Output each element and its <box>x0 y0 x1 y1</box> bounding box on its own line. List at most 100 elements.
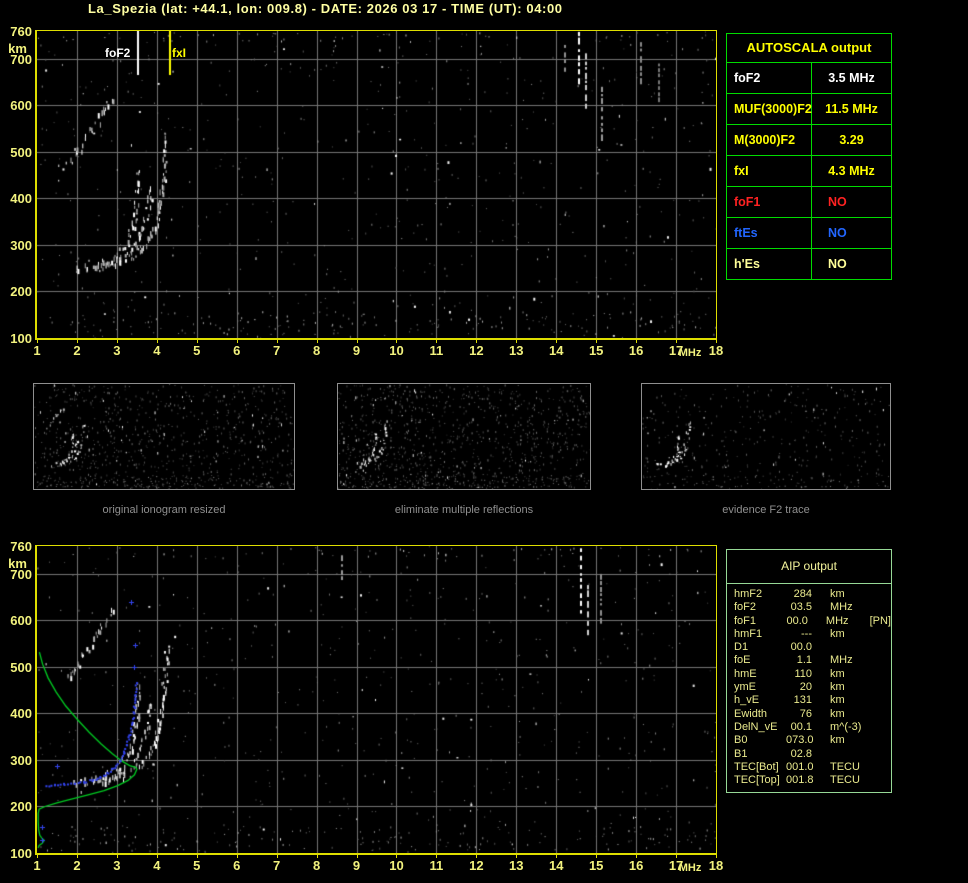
x-axis-tickmark <box>636 855 638 858</box>
x-axis-tick-13: 13 <box>509 343 524 358</box>
station-title: La_Spezia (lat: +44.1, lon: 009.8) - DAT… <box>88 1 563 16</box>
x-axis-tick-4: 4 <box>153 343 161 358</box>
autoscala-row-h'Es: h'Es NO <box>727 249 891 279</box>
x-axis-tick-18: 18 <box>708 858 724 873</box>
y-axis-tick-300: 300 <box>10 752 32 768</box>
aip-row-ymE: ymE 20 km <box>727 681 891 694</box>
y-axis-tick-500: 500 <box>10 144 32 160</box>
aip-param-value: 00.0 <box>786 614 808 627</box>
aip-param-name: hmE <box>734 667 757 680</box>
x-axis-tick-12: 12 <box>469 858 484 873</box>
aip-table-rows: hmF2 284 km foF2 03.5 MHz foF1 00.0 MHz [PN] hmF1 -… <box>727 584 891 792</box>
aip-param-value: 76 <box>799 707 812 720</box>
x-axis-tickmark <box>76 855 78 858</box>
top-ionogram-plot <box>35 30 717 340</box>
x-axis-tickmark <box>676 855 678 858</box>
x-axis-unit-label: MHz <box>678 862 702 874</box>
x-axis-tickmark <box>276 855 278 858</box>
aip-param-value: --- <box>801 627 812 640</box>
aip-param-name: D1 <box>734 641 749 654</box>
autoscala-param-value: 11.5 MHz <box>825 102 878 116</box>
autoscala-param-label: M(3000)F2 <box>727 125 812 155</box>
x-axis-tick-18: 18 <box>708 343 724 358</box>
autoscala-param-value: NO <box>828 226 847 240</box>
aip-param-unit: km <box>830 667 845 680</box>
aip-param-unit: km <box>830 694 845 707</box>
aip-param-name: foF1 <box>734 614 757 627</box>
x-axis-tickmark <box>716 340 717 343</box>
x-axis-tick-8: 8 <box>312 343 321 358</box>
x-axis-tick-3: 3 <box>113 858 121 873</box>
aip-param-note: [PN] <box>869 614 891 627</box>
autoscala-screen: La_Spezia (lat: +44.1, lon: 009.8) - DAT… <box>0 0 968 883</box>
x-axis-tick-14: 14 <box>549 858 564 873</box>
y-axis-tick-600: 600 <box>10 98 32 114</box>
aip-param-value: 001.0 <box>786 760 814 773</box>
autoscala-table-rows: foF2 3.5 MHz MUF(3000)F2 11.5 MHz M(3000)F2 3… <box>727 63 891 279</box>
top-ionogram-canvas <box>37 31 716 338</box>
aip-row-h_vE: h_vE 131 km <box>727 694 891 707</box>
autoscala-param-value: 4.3 MHz <box>828 164 875 178</box>
x-axis-tick-2: 2 <box>73 343 81 358</box>
x-axis-tickmark <box>276 340 278 343</box>
x-axis-tickmark <box>356 855 358 858</box>
x-axis-tick-15: 15 <box>588 343 604 358</box>
x-axis-tick-11: 11 <box>429 343 444 358</box>
autoscala-param-label: ftEs <box>727 218 812 248</box>
x-axis-tickmark <box>356 340 358 343</box>
x-axis-tick-10: 10 <box>389 343 404 358</box>
x-axis-tickmark <box>156 855 158 858</box>
x-axis-tickmark <box>436 340 438 343</box>
x-axis-tickmark <box>196 855 198 858</box>
aip-param-value: 110 <box>794 667 812 680</box>
aip-param-unit: km <box>830 707 845 720</box>
autoscala-row-foF2: foF2 3.5 MHz <box>727 63 891 94</box>
autoscala-param-label: h'Es <box>727 249 812 279</box>
aip-row-hmE: hmE 110 km <box>727 668 891 681</box>
autoscala-param-value: 3.5 MHz <box>828 71 875 85</box>
x-axis-tickmark <box>516 340 518 343</box>
aip-row-Ewidth: Ewidth 76 km <box>727 708 891 721</box>
x-axis-tick-10: 10 <box>389 858 404 873</box>
aip-param-name: TEC[Top] <box>734 774 780 787</box>
bottom-ionogram-plot <box>35 545 717 855</box>
x-axis-tickmark <box>396 855 398 858</box>
aip-param-unit: MHz <box>830 601 853 614</box>
aip-row-B0: B0 073.0 km <box>727 734 891 747</box>
aip-param-name: B0 <box>734 734 748 747</box>
aip-row-foF1: foF1 00.0 MHz [PN] <box>727 615 891 628</box>
aip-row-TEC[Top]: TEC[Top] 001.8 TECU <box>727 774 891 787</box>
aip-param-name: hmF2 <box>734 588 763 600</box>
x-axis-tick-7: 7 <box>273 858 281 873</box>
aip-param-name: hmF1 <box>734 627 763 640</box>
y-axis-tick-600: 600 <box>10 613 32 629</box>
aip-param-unit: km <box>830 734 845 747</box>
aip-row-foF2: foF2 03.5 MHz <box>727 601 891 614</box>
x-axis-unit-label: MHz <box>678 347 702 359</box>
aip-param-value: 00.1 <box>790 720 812 733</box>
x-axis-tickmark <box>596 340 598 343</box>
aip-row-hmF1: hmF1 --- km <box>727 628 891 641</box>
aip-param-name: DelN_vE <box>734 720 778 733</box>
y-axis-unit-label: km <box>8 41 27 56</box>
aip-param-unit: MHz <box>825 614 849 627</box>
x-axis-tickmark <box>516 855 518 858</box>
aip-param-value: 20 <box>799 681 812 694</box>
x-axis-tickmark <box>76 340 78 343</box>
aip-param-name: foE <box>734 654 751 667</box>
thumbnail-eliminate-reflections <box>337 383 591 490</box>
x-axis-tick-5: 5 <box>193 858 201 873</box>
autoscala-row-M(3000)F2: M(3000)F2 3.29 <box>727 125 891 156</box>
x-axis-tickmark <box>116 340 118 343</box>
aip-param-value: 131 <box>793 694 812 707</box>
aip-row-hmF2: hmF2 284 km <box>727 588 891 601</box>
x-axis-tickmark <box>37 340 38 343</box>
aip-param-name: h_vE <box>734 694 760 707</box>
aip-row-foE: foE 1.1 MHz <box>727 654 891 667</box>
x-axis-tickmark <box>236 855 238 858</box>
x-axis-tickmark <box>37 855 38 858</box>
aip-param-unit: km <box>830 627 845 640</box>
aip-param-value: 073.0 <box>786 734 814 747</box>
aip-row-TEC[Bot]: TEC[Bot] 001.0 TECU <box>727 761 891 774</box>
aip-table-title: AIP output <box>727 550 891 584</box>
